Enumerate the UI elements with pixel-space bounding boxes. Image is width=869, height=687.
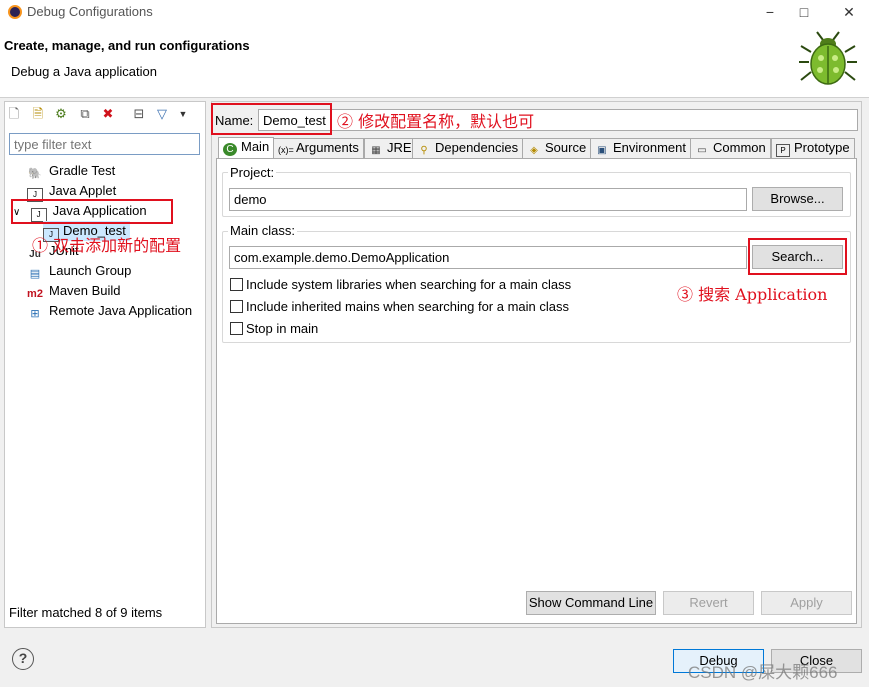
filter-status: Filter matched 8 of 9 items	[9, 605, 163, 620]
tab-main[interactable]: C Main	[218, 137, 275, 159]
help-icon[interactable]: ?	[12, 648, 34, 670]
tree-item-launch-group[interactable]: ▤ Launch Group	[27, 261, 132, 281]
checkbox-box[interactable]	[230, 322, 243, 335]
new-prototype-icon[interactable]: 🗎	[30, 106, 46, 122]
duplicate-icon[interactable]: ⧉	[77, 106, 93, 122]
dialog-header: Create, manage, and run configurations D…	[0, 24, 869, 98]
annotation-note-2: ② 修改配置名称，默认也可	[337, 112, 535, 131]
dependencies-icon: ⚲	[420, 145, 428, 156]
tab-source[interactable]: ◈ Source	[522, 138, 592, 158]
eclipse-icon	[8, 5, 22, 19]
debug-bug-icon	[799, 31, 857, 85]
revert-button[interactable]: Revert	[663, 591, 754, 615]
project-field[interactable]: demo	[229, 188, 747, 211]
delete-icon[interactable]: ✖	[100, 106, 116, 122]
filter-icon[interactable]: ▽	[154, 106, 170, 122]
source-icon: ◈	[530, 145, 538, 156]
tab-content-main: Project: demo Browse... Main class: com.…	[216, 158, 857, 624]
show-command-line-button[interactable]: Show Command Line	[526, 591, 656, 615]
close-window-button[interactable]: ✕	[834, 2, 864, 22]
stop-in-main-checkbox[interactable]: Stop in main	[230, 321, 318, 337]
jre-icon: ▦	[371, 145, 381, 156]
annotation-box-name	[211, 103, 332, 135]
launch-group-icon: ▤	[29, 268, 41, 280]
checkbox-box[interactable]	[230, 278, 243, 291]
maven-icon: m2	[27, 288, 43, 300]
arguments-icon: (x)=	[278, 145, 294, 155]
prototype-icon: P	[776, 144, 790, 157]
include-system-libraries-checkbox[interactable]: Include system libraries when searching …	[230, 277, 571, 293]
tree-item-java-applet[interactable]: J Java Applet	[27, 181, 116, 202]
main-class-field[interactable]: com.example.demo.DemoApplication	[229, 246, 747, 269]
tab-arguments[interactable]: (x)= Arguments	[273, 138, 364, 158]
minimize-button[interactable]: −	[755, 2, 785, 22]
checkbox-box[interactable]	[230, 300, 243, 313]
remote-java-icon: ⊞	[30, 308, 40, 320]
tab-jre[interactable]: ▦ JRE	[364, 138, 417, 158]
header-subtitle: Debug a Java application	[11, 64, 157, 79]
tree-item-gradle-test[interactable]: 🐘 Gradle Test	[27, 161, 115, 181]
annotation-note-3: ③ 搜索 Application	[677, 285, 828, 304]
export-icon[interactable]: ⚙	[53, 106, 69, 122]
tab-environment[interactable]: ▣ Environment	[590, 138, 691, 158]
new-config-icon[interactable]: 🗋	[6, 106, 22, 122]
include-inherited-mains-checkbox[interactable]: Include inherited mains when searching f…	[230, 299, 569, 315]
gradle-icon: 🐘	[28, 168, 42, 180]
apply-button[interactable]: Apply	[761, 591, 852, 615]
common-icon: ▭	[697, 145, 707, 156]
annotation-box-java-application	[11, 199, 173, 224]
tab-prototype[interactable]: P Prototype	[771, 138, 855, 158]
main-tab-icon: C	[223, 143, 237, 156]
header-title: Create, manage, and run configurations	[4, 38, 250, 53]
environment-icon: ▣	[597, 145, 607, 156]
tree-item-maven-build[interactable]: m2 Maven Build	[27, 281, 121, 301]
annotation-box-search	[748, 238, 847, 275]
maximize-button[interactable]: □	[789, 2, 819, 22]
main-class-label: Main class:	[228, 223, 298, 238]
project-label: Project:	[228, 165, 277, 180]
watermark: CSDN @屎大颗666	[688, 663, 838, 682]
filter-input[interactable]	[9, 133, 200, 155]
browse-button[interactable]: Browse...	[752, 187, 843, 211]
tree-item-remote-java[interactable]: ⊞ Remote Java Application	[27, 301, 192, 321]
annotation-note-1: ① 双击添加新的配置	[32, 236, 182, 255]
dropdown-arrow-icon[interactable]: ▼	[175, 106, 191, 122]
tab-dependencies[interactable]: ⚲ Dependencies	[412, 138, 524, 158]
collapse-all-icon[interactable]: ⊟	[131, 106, 147, 122]
title-bar: Debug Configurations − □ ✕	[0, 0, 869, 24]
tab-common[interactable]: ▭ Common	[690, 138, 771, 158]
window-title: Debug Configurations	[27, 4, 153, 19]
